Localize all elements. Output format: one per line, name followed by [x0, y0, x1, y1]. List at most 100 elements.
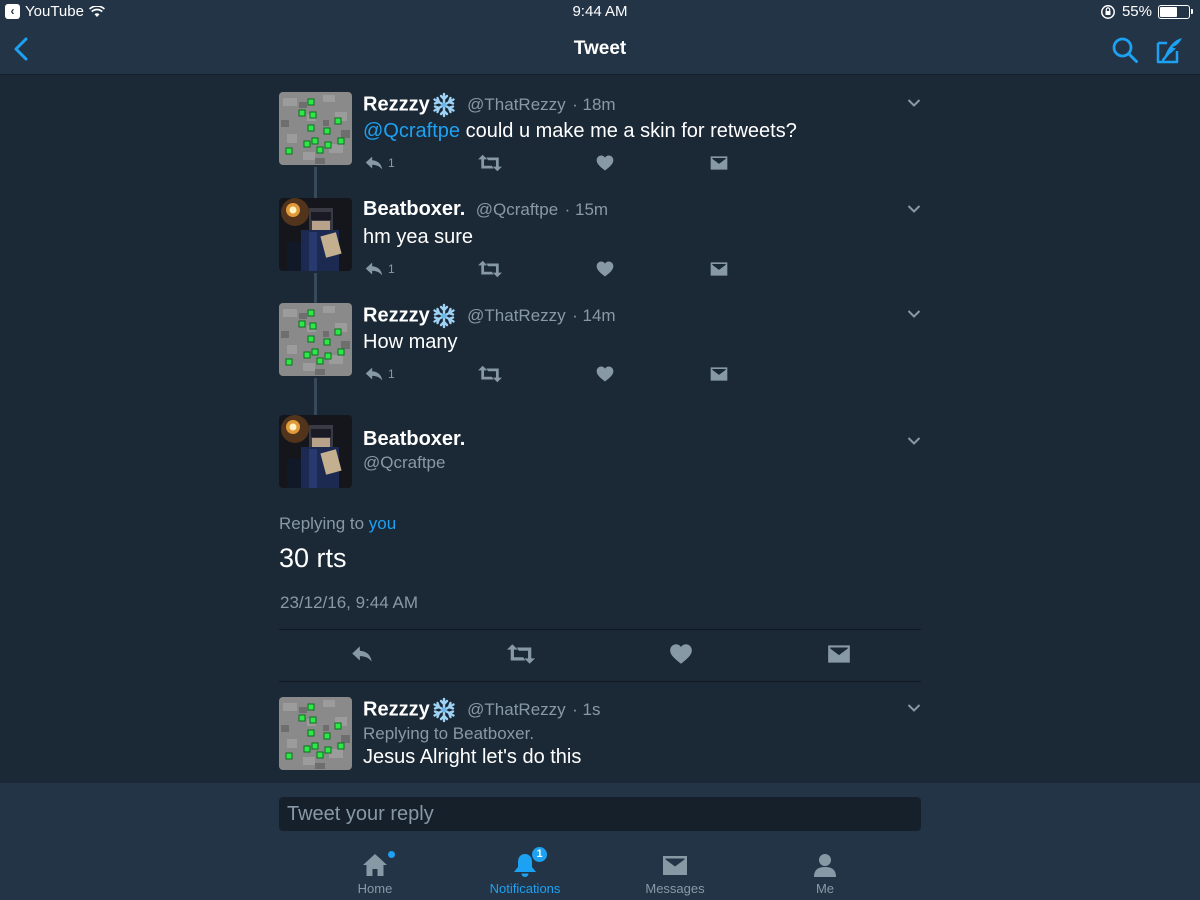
avatar[interactable] — [279, 415, 352, 488]
status-bar: ‹ YouTube 9:44 AM 55% — [0, 0, 1200, 24]
divider — [279, 681, 921, 682]
author-handle[interactable]: @ThatRezzy — [467, 306, 566, 325]
envelope-icon — [709, 364, 729, 384]
tweet-text-body: could u make me a skin for retweets? — [460, 120, 797, 142]
focused-tweet-text: 30 rts — [279, 543, 347, 573]
compose-tweet-icon[interactable] — [1154, 35, 1184, 65]
envelope-icon[interactable] — [825, 641, 853, 667]
direct-message-button[interactable] — [709, 152, 729, 174]
replying-to[interactable]: Replying to Beatboxer. — [363, 724, 921, 744]
chevron-down-icon[interactable] — [907, 703, 921, 713]
retweet-button[interactable] — [477, 363, 503, 385]
tweet[interactable]: Rezzzy @ThatRezzy · 1s Replying to Beatb… — [279, 697, 921, 783]
tab-messages[interactable]: Messages — [600, 838, 750, 900]
author-name[interactable]: Rezzzy — [363, 699, 430, 721]
battery-level — [1160, 6, 1177, 17]
person-icon — [814, 854, 836, 877]
retweet-icon[interactable] — [505, 641, 537, 667]
author-name[interactable]: Beatboxer. — [363, 428, 465, 451]
avatar[interactable] — [279, 92, 352, 165]
focused-tweet-header: Beatboxer. @Qcraftpe — [279, 415, 921, 490]
tab-home[interactable]: Home — [300, 838, 450, 900]
snowflake-icon — [431, 92, 457, 118]
focused-tweet-actions — [279, 641, 921, 669]
chevron-down-icon[interactable] — [907, 436, 921, 446]
reply-count: 1 — [388, 367, 395, 381]
author-name[interactable]: Beatboxer. — [363, 198, 465, 220]
author-handle[interactable]: @Qcraftpe — [476, 200, 558, 219]
like-button[interactable] — [595, 258, 615, 280]
twitter-app: ‹ YouTube 9:44 AM 55% Tweet Rezzzy @That… — [0, 0, 1200, 900]
home-icon — [363, 854, 387, 876]
envelope-icon — [709, 153, 729, 173]
conversation-feed[interactable]: Rezzzy @ThatRezzy · 18m @Qcraftpe could … — [0, 75, 1200, 783]
envelope-icon — [709, 259, 729, 279]
status-time: 9:44 AM — [572, 3, 628, 20]
reply-button[interactable]: 1 — [363, 152, 395, 174]
reply-button[interactable]: 1 — [363, 258, 395, 280]
replying-to: Replying to you — [279, 514, 396, 534]
chevron-down-icon[interactable] — [907, 309, 921, 319]
chevron-down-icon[interactable] — [907, 98, 921, 108]
chevron-down-icon[interactable] — [907, 204, 921, 214]
envelope-icon — [663, 856, 687, 875]
retweet-icon — [477, 363, 503, 385]
reply-button[interactable]: 1 — [363, 363, 395, 385]
heart-icon — [595, 364, 615, 384]
battery-percent: 55% — [1121, 3, 1152, 20]
reply-icon — [363, 363, 385, 385]
tweet-age: · 18m — [572, 95, 616, 114]
author-name[interactable]: Rezzzy — [363, 94, 430, 116]
snowflake-icon — [431, 697, 457, 723]
divider — [279, 629, 921, 630]
author-handle[interactable]: @ThatRezzy — [467, 700, 566, 719]
tweet-timestamp: 23/12/16, 9:44 AM — [280, 593, 418, 612]
like-button[interactable] — [595, 152, 615, 174]
page-title: Tweet — [573, 38, 627, 59]
retweet-button[interactable] — [477, 152, 503, 174]
tweet-age: · 15m — [564, 199, 609, 219]
avatar[interactable] — [279, 697, 352, 770]
reply-input[interactable] — [279, 797, 921, 831]
tweet-age: · 1s — [572, 700, 601, 719]
tweet-text: @Qcraftpe could u make me a skin for ret… — [363, 120, 921, 143]
tweet-actions: 1 — [363, 152, 763, 174]
new-content-dot — [388, 851, 395, 858]
battery-icon — [1158, 4, 1193, 19]
tab-label: Home — [357, 881, 393, 896]
reply-icon — [363, 258, 385, 280]
tab-notifications[interactable]: 1 Notifications — [450, 838, 600, 900]
reply-count: 1 — [388, 156, 395, 170]
tweet[interactable]: Rezzzy @ThatRezzy · 14m How many 1 — [279, 303, 921, 393]
tweet-actions: 1 — [363, 258, 763, 280]
heart-icon — [595, 259, 615, 279]
tab-me[interactable]: Me — [750, 838, 900, 900]
author-handle[interactable]: @Qcraftpe — [363, 453, 445, 473]
search-icon[interactable] — [1111, 36, 1139, 64]
avatar[interactable] — [279, 198, 352, 271]
replying-to-link[interactable]: you — [369, 514, 396, 533]
heart-icon[interactable] — [667, 641, 695, 667]
reply-icon — [363, 152, 385, 174]
avatar[interactable] — [279, 303, 352, 376]
retweet-icon — [477, 258, 503, 280]
reply-icon[interactable] — [348, 641, 376, 667]
tweet[interactable]: Beatboxer. @Qcraftpe · 15m hm yea sure 1 — [279, 198, 921, 288]
reply-count: 1 — [388, 262, 395, 276]
tab-label: Messages — [645, 881, 705, 896]
tab-label: Me — [815, 881, 835, 896]
tweet[interactable]: Rezzzy @ThatRezzy · 18m @Qcraftpe could … — [279, 92, 921, 182]
retweet-button[interactable] — [477, 258, 503, 280]
tab-bar: Home 1 Notifications Messages Me — [0, 838, 1200, 900]
author-name[interactable]: Rezzzy — [363, 305, 430, 327]
direct-message-button[interactable] — [709, 363, 729, 385]
direct-message-button[interactable] — [709, 258, 729, 280]
like-button[interactable] — [595, 363, 615, 385]
tweet-age: · 14m — [572, 306, 616, 325]
tweet-actions: 1 — [363, 363, 763, 385]
rotation-lock-icon — [1101, 4, 1115, 19]
author-handle[interactable]: @ThatRezzy — [467, 95, 566, 114]
reply-bar — [0, 783, 1200, 838]
heart-icon — [595, 153, 615, 173]
mention-link[interactable]: @Qcraftpe — [363, 120, 460, 142]
